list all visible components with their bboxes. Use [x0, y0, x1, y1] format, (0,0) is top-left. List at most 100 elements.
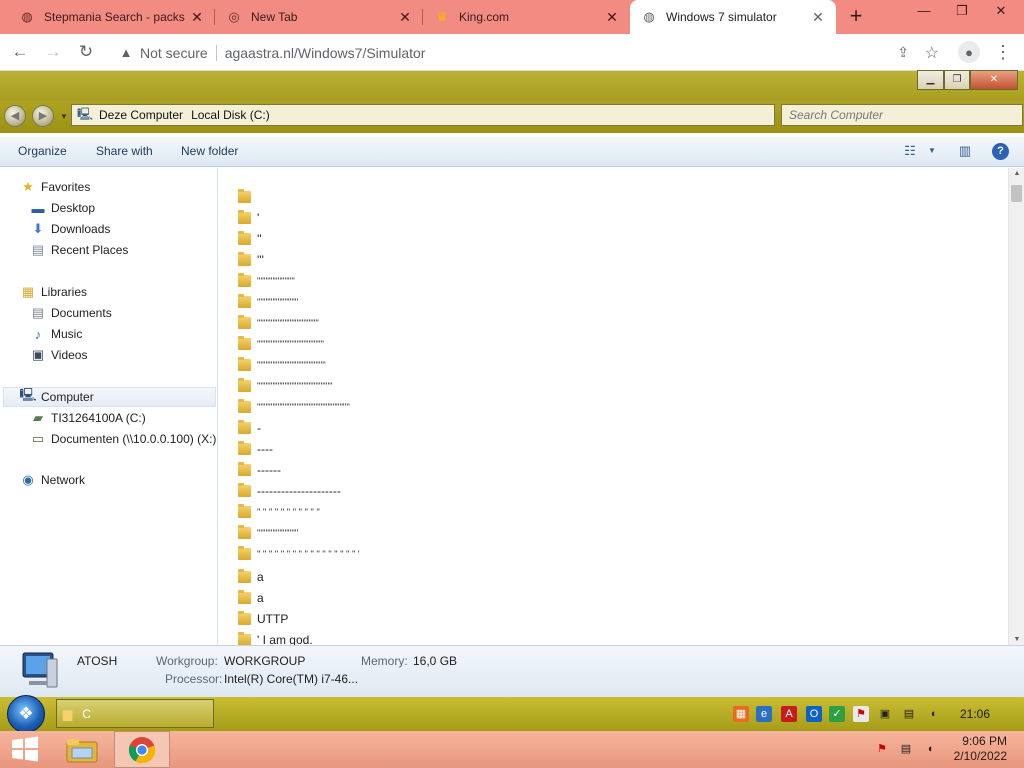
- os-clock[interactable]: 9:06 PM 2/10/2022: [945, 734, 1007, 764]
- list-item[interactable]: '' '' '' '' '' '' '' '' '' '' '' '' '' '…: [238, 544, 360, 564]
- list-item[interactable]: '' '' '' '' '' '' '' '' '' '' '': [238, 502, 320, 522]
- warning-icon[interactable]: ▲: [118, 45, 134, 60]
- scroll-thumb[interactable]: [1011, 185, 1022, 202]
- list-item[interactable]: '''''''''''''''''''''''''''''''''''''''': [238, 355, 326, 375]
- simulator-clock[interactable]: 21:06: [960, 707, 990, 721]
- tray-security-icon[interactable]: ✓: [829, 706, 845, 722]
- file-list-scrollbar[interactable]: ▲ ▼: [1008, 168, 1024, 645]
- list-item[interactable]: '''''''''''''''''''''': [238, 271, 295, 291]
- close-icon[interactable]: ✕: [810, 9, 826, 25]
- list-item[interactable]: ' I am god.: [238, 630, 313, 645]
- list-item[interactable]: ----: [238, 439, 273, 459]
- close-icon[interactable]: ✕: [189, 9, 205, 25]
- tray-volume-icon[interactable]: ◖: [925, 706, 941, 722]
- windows-start-icon[interactable]: [10, 735, 40, 763]
- nav-libraries[interactable]: ▦ Libraries: [20, 282, 87, 302]
- nav-downloads[interactable]: ⬇ Downloads: [30, 219, 111, 239]
- view-options-icon[interactable]: ☷: [900, 142, 920, 160]
- file-name: ''''''''''''''''''''''''''''''''''''''''…: [257, 381, 333, 391]
- nav-desktop[interactable]: ▬ Desktop: [30, 198, 96, 218]
- tray-network-icon[interactable]: ▤: [898, 741, 914, 757]
- scroll-down-icon[interactable]: ▼: [1009, 636, 1024, 643]
- recent-pages-dropdown-icon[interactable]: ▼: [60, 112, 68, 121]
- bookmark-star-icon[interactable]: ☆: [925, 43, 939, 63]
- list-item[interactable]: '': [238, 229, 262, 249]
- list-item[interactable]: ''': [238, 250, 264, 270]
- explorer-back-button[interactable]: ◀: [4, 105, 26, 127]
- close-icon[interactable]: ✕: [397, 9, 413, 25]
- nav-favorites[interactable]: ★ Favorites: [20, 177, 90, 197]
- list-item[interactable]: ''''''''''''''''''''''''''''''''''''''''…: [238, 397, 350, 417]
- nav-recent-places[interactable]: ▤ Recent Places: [30, 240, 129, 260]
- explorer-maximize-button[interactable]: ❐: [944, 70, 970, 90]
- share-icon[interactable]: ⇪: [897, 44, 909, 61]
- list-item[interactable]: ''''''''''''''''''''''''''''''''''''''': [238, 334, 324, 354]
- tray-flag-icon[interactable]: ⚑: [874, 741, 890, 757]
- folder-icon: [238, 483, 251, 497]
- help-icon[interactable]: ?: [992, 143, 1009, 160]
- explorer-address-bar[interactable]: 🖳 Deze Computer Local Disk (C:): [71, 104, 775, 126]
- explorer-forward-button[interactable]: ▶: [32, 105, 54, 127]
- share-with-button[interactable]: Share with: [96, 144, 153, 158]
- tray-device-icon[interactable]: ▣: [877, 706, 893, 722]
- list-item[interactable]: [238, 187, 257, 207]
- list-item[interactable]: '''''''''''''''''''''''': [238, 523, 298, 543]
- chevron-down-icon[interactable]: ▼: [922, 142, 942, 160]
- close-window-button[interactable]: ✕: [981, 0, 1021, 24]
- tray-network-icon[interactable]: ▤: [901, 706, 917, 722]
- file-explorer-pinned-icon[interactable]: [54, 731, 110, 768]
- nav-network[interactable]: ◉ Network: [20, 470, 85, 490]
- tray-acrobat-icon[interactable]: A: [781, 706, 797, 722]
- explorer-minimize-button[interactable]: ▁: [917, 70, 944, 90]
- menu-kebab-icon[interactable]: ⋮: [994, 41, 1012, 63]
- tray-flag-icon[interactable]: ⚑: [853, 706, 869, 722]
- explorer-close-button[interactable]: ✕: [970, 70, 1018, 90]
- organize-button[interactable]: Organize: [18, 144, 67, 158]
- tray-ie-icon[interactable]: e: [756, 706, 772, 722]
- profile-avatar-icon[interactable]: ●: [958, 41, 980, 63]
- scroll-up-icon[interactable]: ▲: [1009, 170, 1024, 177]
- list-item[interactable]: ---------------------: [238, 481, 341, 501]
- folder-icon: [238, 525, 251, 539]
- nav-music[interactable]: ♪ Music: [30, 324, 83, 344]
- back-button[interactable]: ←: [8, 40, 32, 64]
- url-text[interactable]: agaastra.nl/Windows7/Simulator: [225, 45, 426, 61]
- start-orb-icon[interactable]: ❖: [7, 695, 45, 733]
- nav-videos[interactable]: ▣ Videos: [30, 345, 88, 365]
- list-item[interactable]: '''''''''''''''''''''''': [238, 292, 298, 312]
- breadcrumb-local-disk[interactable]: Local Disk (C:): [191, 108, 270, 122]
- list-item[interactable]: '''''''''''''''''''''''''''''''''''': [238, 313, 319, 333]
- forward-button[interactable]: →: [41, 40, 65, 64]
- list-item[interactable]: -: [238, 418, 261, 438]
- tray-outlook-icon[interactable]: O: [806, 706, 822, 722]
- address-bar[interactable]: ▲ Not secure agaastra.nl/Windows7/Simula…: [108, 38, 951, 67]
- tab-new-tab[interactable]: ◎ New Tab ✕: [215, 0, 423, 34]
- list-item[interactable]: ': [238, 208, 259, 228]
- tab-king[interactable]: ♛ King.com ✕: [423, 0, 630, 34]
- nav-computer[interactable]: 🖳 Computer: [3, 387, 216, 407]
- chrome-pinned-icon[interactable]: [114, 731, 170, 768]
- explorer-search-input[interactable]: Search Computer: [781, 104, 1023, 126]
- tray-app-icon[interactable]: ▦: [733, 706, 749, 722]
- new-tab-button[interactable]: +: [845, 5, 867, 28]
- minimize-window-button[interactable]: —: [905, 0, 943, 24]
- nav-network-drive-x[interactable]: ▭ Documenten (\\10.0.0.100) (X:): [30, 429, 217, 449]
- taskbar-task-explorer[interactable]: ▆ C: [56, 699, 214, 728]
- preview-pane-icon[interactable]: ▥: [955, 142, 975, 160]
- list-item[interactable]: UTTP: [238, 609, 288, 629]
- file-name: '': [257, 232, 262, 246]
- close-icon[interactable]: ✕: [604, 9, 620, 25]
- list-item[interactable]: ------: [238, 460, 281, 480]
- reload-button[interactable]: ↻: [74, 40, 98, 64]
- list-item[interactable]: a: [238, 588, 264, 608]
- new-folder-button[interactable]: New folder: [181, 144, 238, 158]
- tab-windows7-simulator[interactable]: ◍ Windows 7 simulator ✕: [630, 0, 836, 34]
- list-item[interactable]: a: [238, 567, 264, 587]
- nav-documents[interactable]: ▤ Documents: [30, 303, 112, 323]
- nav-local-disk-c[interactable]: ▰ TI31264100A (C:): [30, 408, 146, 428]
- restore-window-button[interactable]: ❐: [943, 0, 981, 24]
- tab-stepmania[interactable]: ◍ Stepmania Search - packs ✕: [8, 0, 215, 34]
- breadcrumb-computer[interactable]: Deze Computer: [99, 108, 183, 122]
- tray-volume-muted-icon[interactable]: ◖: [922, 741, 938, 757]
- list-item[interactable]: ''''''''''''''''''''''''''''''''''''''''…: [238, 376, 333, 396]
